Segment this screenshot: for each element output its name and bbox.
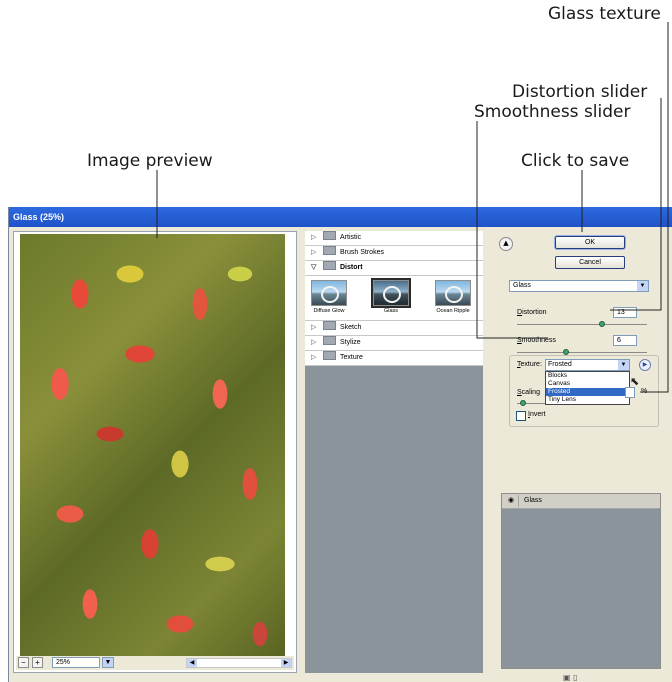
category-brush-strokes[interactable]: ▷ Brush Strokes [305, 246, 483, 261]
scroll-right-icon[interactable]: ▶ [281, 659, 291, 667]
category-label: Stylize [340, 339, 361, 346]
filter-browser: ▷ Artistic ▷ Brush Strokes ▽ Distort Diffus… [305, 231, 483, 673]
filter-select-value: Glass [513, 282, 531, 289]
texture-dropdown-list[interactable]: Blocks Canvas Frosted Tiny Lens [545, 371, 630, 405]
image-preview-pane[interactable]: − + 25% ▼ ◀ ▶ [13, 231, 297, 673]
zoom-dropdown-arrow-icon[interactable]: ▼ [102, 657, 114, 668]
mouse-pointer-icon: ⬉ [630, 375, 640, 388]
folder-icon [323, 336, 336, 345]
distortion-value-field[interactable]: 13 [613, 307, 637, 318]
eye-icon[interactable]: ◉ [504, 495, 519, 507]
scaling-slider-thumb[interactable] [519, 400, 526, 406]
texture-option-canvas[interactable]: Canvas [546, 380, 629, 388]
thumbnail-glass[interactable]: Glass [371, 278, 411, 314]
smoothness-slider-track[interactable] [517, 349, 647, 355]
callout-smoothness-slider: Smoothness slider [474, 102, 631, 122]
smoothness-label: Smoothness [517, 337, 556, 344]
cancel-button[interactable]: Cancel [555, 256, 625, 269]
chevron-down-icon[interactable]: ▼ [637, 281, 648, 291]
category-label: Texture [340, 354, 363, 361]
expand-triangle-icon[interactable]: ▷ [311, 351, 319, 365]
callout-glass-texture: Glass texture [548, 4, 661, 24]
filter-thumbnail-image [435, 280, 471, 306]
collapse-triangle-icon[interactable]: ▽ [311, 261, 319, 275]
texture-option-frosted[interactable]: Frosted [546, 388, 629, 396]
scaling-unit: % [641, 388, 648, 395]
expand-triangle-icon[interactable]: ▷ [311, 336, 319, 350]
effect-layer-row[interactable]: ◉ Glass [502, 494, 660, 509]
folder-open-icon [323, 261, 336, 270]
preview-horizontal-scrollbar[interactable]: ◀ ▶ [186, 658, 292, 668]
callout-distortion-slider: Distortion slider [512, 82, 648, 102]
texture-menu-arrow-icon[interactable]: ▶ [639, 359, 651, 371]
callout-click-to-save: Click to save [521, 151, 630, 171]
ok-button[interactable]: OK [554, 235, 626, 250]
glass-filter-dialog: Glass (25%) − + 25% ▼ ◀ ▶ ▷ Artistic ▷ Bru… [8, 207, 672, 682]
category-label: Brush Strokes [340, 249, 384, 256]
delete-effect-layer-icon[interactable]: ▯ [573, 673, 577, 682]
expand-triangle-icon[interactable]: ▷ [311, 321, 319, 335]
category-label: Distort [340, 264, 363, 271]
texture-select[interactable]: Frosted ▼ [545, 359, 630, 371]
category-distort[interactable]: ▽ Distort [305, 261, 483, 276]
filter-select[interactable]: Glass ▼ [509, 280, 649, 292]
category-texture[interactable]: ▷ Texture [305, 351, 483, 366]
preview-status-bar: − + 25% ▼ ◀ ▶ [16, 656, 294, 670]
thumbnail-ocean-ripple[interactable]: Ocean Ripple [433, 280, 473, 314]
folder-icon [323, 351, 336, 360]
scaling-label: Scaling [517, 389, 540, 396]
texture-option-tiny-lens[interactable]: Tiny Lens [546, 396, 629, 404]
distortion-slider-thumb[interactable] [598, 321, 605, 327]
effect-layers-panel: ◉ Glass [501, 493, 661, 669]
distortion-label: Distortion [517, 309, 547, 316]
filter-thumbnail-image [371, 278, 411, 308]
invert-checkbox[interactable] [516, 411, 526, 421]
new-effect-layer-icon[interactable]: ▣ [563, 673, 571, 682]
folder-icon [323, 321, 336, 330]
chevron-down-icon[interactable]: ▼ [618, 360, 629, 370]
category-artistic[interactable]: ▷ Artistic [305, 231, 483, 246]
window-title: Glass (25%) [9, 207, 672, 227]
effect-layer-name: Glass [524, 497, 542, 504]
texture-select-value: Frosted [548, 361, 572, 368]
texture-option-blocks[interactable]: Blocks [546, 372, 629, 380]
zoom-out-icon[interactable]: − [18, 657, 29, 668]
distort-thumbnails: Diffuse Glow Glass Ocean Ripple [305, 276, 483, 321]
scaling-slider-track[interactable] [517, 400, 545, 406]
thumbnail-label: Glass [383, 308, 399, 314]
image-preview[interactable] [20, 234, 285, 656]
thumbnail-label: Ocean Ripple [436, 308, 470, 314]
scroll-left-icon[interactable]: ◀ [187, 659, 197, 667]
smoothness-value-field[interactable]: 6 [613, 335, 637, 346]
scaling-value-field[interactable] [625, 387, 635, 398]
folder-icon [323, 246, 336, 255]
folder-icon [323, 231, 336, 240]
zoom-in-icon[interactable]: + [32, 657, 43, 668]
category-label: Sketch [340, 324, 362, 331]
zoom-level-field[interactable]: 25% [52, 657, 100, 668]
thumbnail-diffuse-glow[interactable]: Diffuse Glow [309, 280, 349, 314]
invert-label: Invert [528, 411, 546, 418]
collapse-browser-icon[interactable]: ▲ [499, 237, 513, 251]
filter-category-list: ▷ Artistic ▷ Brush Strokes ▽ Distort Diffus… [305, 231, 483, 366]
expand-triangle-icon[interactable]: ▷ [311, 246, 319, 260]
category-label: Artistic [340, 234, 361, 241]
distortion-slider-track[interactable] [517, 321, 647, 327]
category-sketch[interactable]: ▷ Sketch [305, 321, 483, 336]
filter-settings-panel: ▲ OK Cancel Glass ▼ Distortion 13 Smooth… [493, 231, 669, 682]
thumbnail-label: Diffuse Glow [313, 308, 345, 314]
filter-thumbnail-image [311, 280, 347, 306]
texture-label: Texture: [517, 361, 542, 368]
expand-triangle-icon[interactable]: ▷ [311, 231, 319, 245]
layer-tools: ▣ ▯ [563, 673, 578, 682]
callout-image-preview: Image preview [87, 151, 213, 171]
category-stylize[interactable]: ▷ Stylize [305, 336, 483, 351]
